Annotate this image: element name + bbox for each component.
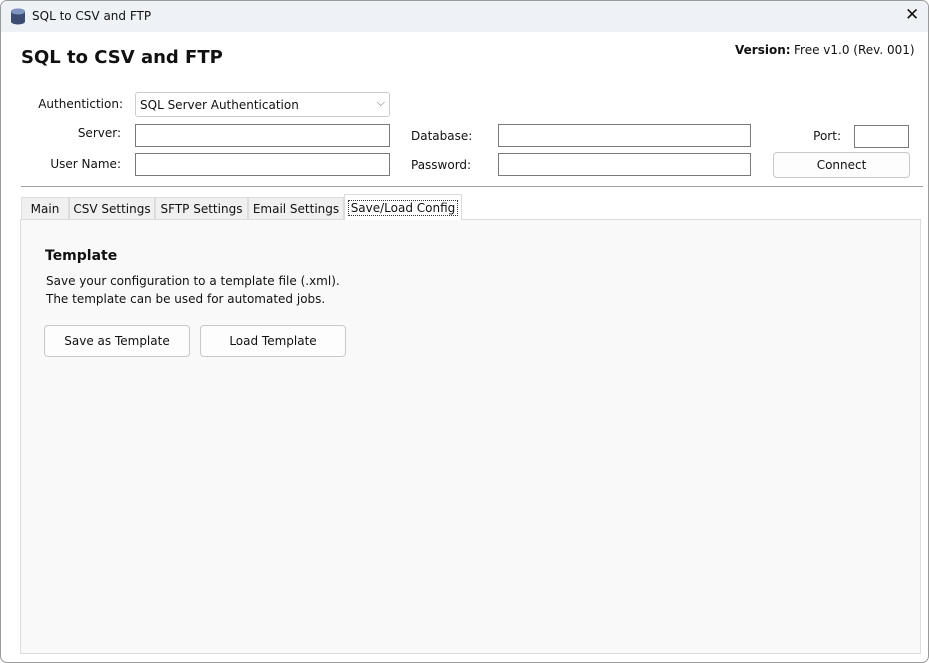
tab-panel-save-load: Template Save your configuration to a te…	[20, 219, 921, 654]
template-heading: Template	[45, 248, 118, 264]
server-label: Server:	[77, 126, 121, 140]
database-icon	[11, 8, 25, 25]
chevron-down-icon: ⌵	[376, 96, 385, 109]
app-window: SQL to CSV and FTP ✕ SQL to CSV and FTP …	[0, 0, 929, 663]
save-template-button[interactable]: Save as Template	[44, 325, 190, 357]
close-icon[interactable]: ✕	[905, 5, 919, 25]
load-template-button[interactable]: Load Template	[200, 325, 346, 357]
tab-sftp-settings[interactable]: SFTP Settings	[155, 197, 248, 219]
database-input[interactable]	[498, 124, 751, 147]
tab-save-load-config[interactable]: Save/Load Config	[344, 194, 462, 220]
auth-select[interactable]: SQL Server Authentication ⌵	[135, 92, 390, 117]
window-title: SQL to CSV and FTP	[32, 9, 152, 23]
port-input[interactable]	[854, 125, 909, 148]
database-label: Database:	[411, 129, 473, 143]
page-title: SQL to CSV and FTP	[21, 47, 223, 68]
username-label: User Name:	[50, 157, 121, 171]
auth-select-value: SQL Server Authentication	[140, 98, 299, 112]
tab-save-load-config-label: Save/Load Config	[347, 199, 459, 216]
title-bar: SQL to CSV and FTP ✕	[1, 1, 928, 32]
password-label: Password:	[411, 158, 472, 172]
version-label: Version:	[735, 43, 791, 57]
separator	[21, 186, 923, 187]
port-label: Port:	[813, 129, 841, 143]
server-input[interactable]	[135, 124, 390, 147]
tab-email-settings[interactable]: Email Settings	[248, 197, 344, 219]
connect-button[interactable]: Connect	[773, 152, 910, 178]
template-description-2: The template can be used for automated j…	[46, 292, 326, 306]
password-input[interactable]	[498, 153, 751, 176]
version-value: Free v1.0 (Rev. 001)	[794, 43, 915, 57]
username-input[interactable]	[135, 153, 390, 176]
auth-label: Authentiction:	[38, 97, 123, 111]
tab-csv-settings[interactable]: CSV Settings	[69, 197, 155, 219]
tab-main[interactable]: Main	[21, 197, 69, 219]
template-description-1: Save your configuration to a template fi…	[46, 274, 340, 288]
